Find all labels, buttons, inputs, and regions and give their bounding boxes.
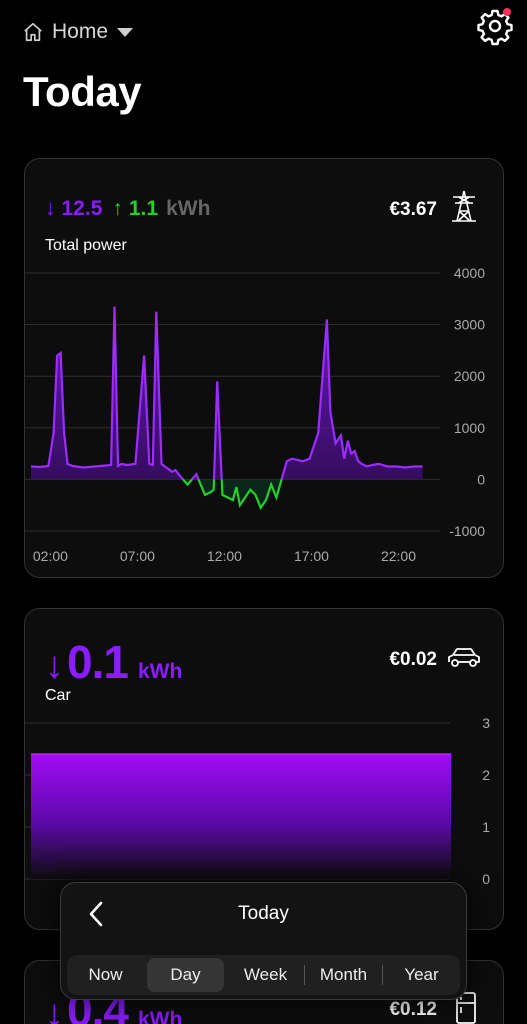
- car-card-label: Car: [45, 687, 71, 704]
- y-tick-label: 0: [477, 471, 485, 487]
- export-arrow: ↑: [112, 197, 123, 220]
- energy-unit: kWh: [166, 197, 211, 220]
- car-energy-value: 0.1: [67, 636, 129, 688]
- tab-year[interactable]: Year: [383, 955, 460, 995]
- tab-month[interactable]: Month: [305, 955, 382, 995]
- period-segmented-control: Now Day Week Month Year: [67, 955, 460, 995]
- car-import-arrow: ↓: [45, 645, 64, 687]
- export-value: 1.1: [128, 197, 159, 220]
- x-tick-label: 02:00: [33, 548, 68, 564]
- power-pylon-icon: [452, 190, 476, 222]
- chevron-down-icon: [117, 28, 134, 37]
- car-icon: [448, 648, 480, 667]
- home-label: Home: [52, 20, 109, 43]
- period-picker: Today Now Day Week Month Year: [60, 882, 467, 1000]
- total-power-card[interactable]: ↓ 12.5 ↑ 1.1 kWh €3.67 Total power 4000 3…: [24, 158, 504, 578]
- x-tick-label: 22:00: [381, 548, 416, 564]
- car-energy-summary: ↓ 0.1 kWh: [45, 635, 182, 689]
- settings-button[interactable]: [475, 6, 515, 46]
- y-tick-label: 3: [482, 715, 490, 731]
- energy-summary: ↓ 12.5 ↑ 1.1 kWh: [45, 197, 210, 221]
- home-selector[interactable]: Home: [22, 20, 134, 44]
- notification-dot: [503, 8, 511, 16]
- car-cost-label: €0.02: [389, 649, 437, 670]
- tab-week[interactable]: Week: [227, 955, 304, 995]
- home-icon: [24, 22, 42, 42]
- import-value: 12.5: [61, 197, 103, 220]
- tab-now[interactable]: Now: [67, 955, 144, 995]
- y-tick-label: -1000: [449, 523, 485, 539]
- y-tick-label: 2: [482, 767, 490, 783]
- tab-day[interactable]: Day: [147, 958, 224, 992]
- x-tick-label: 17:00: [294, 548, 329, 564]
- y-tick-label: 1000: [454, 420, 485, 436]
- total-power-chart: 4000 3000 2000 1000 0 -1000 02:00 07:00 12:00 17…: [25, 265, 485, 564]
- appliance-energy-unit: kWh: [137, 1008, 183, 1024]
- y-tick-label: 2000: [454, 368, 485, 384]
- appliance-cost-label: €0.12: [389, 999, 437, 1020]
- car-consumption-area: [31, 754, 451, 879]
- x-tick-label: 12:00: [207, 548, 242, 564]
- appliance-import-arrow: ↓: [45, 993, 64, 1024]
- import-arrow: ↓: [45, 197, 56, 220]
- import-area: [31, 306, 423, 480]
- y-tick-label: 3000: [454, 317, 485, 333]
- card-label: Total power: [45, 237, 127, 254]
- y-tick-label: 0: [482, 871, 490, 887]
- y-tick-label: 4000: [454, 265, 485, 281]
- y-tick-label: 1: [482, 819, 490, 835]
- page-title: Today: [23, 68, 142, 115]
- x-tick-label: 07:00: [120, 548, 155, 564]
- car-energy-unit: kWh: [137, 660, 183, 683]
- top-bar: Home: [0, 0, 527, 70]
- cost-label: €3.67: [389, 199, 437, 220]
- period-title: Today: [238, 903, 289, 924]
